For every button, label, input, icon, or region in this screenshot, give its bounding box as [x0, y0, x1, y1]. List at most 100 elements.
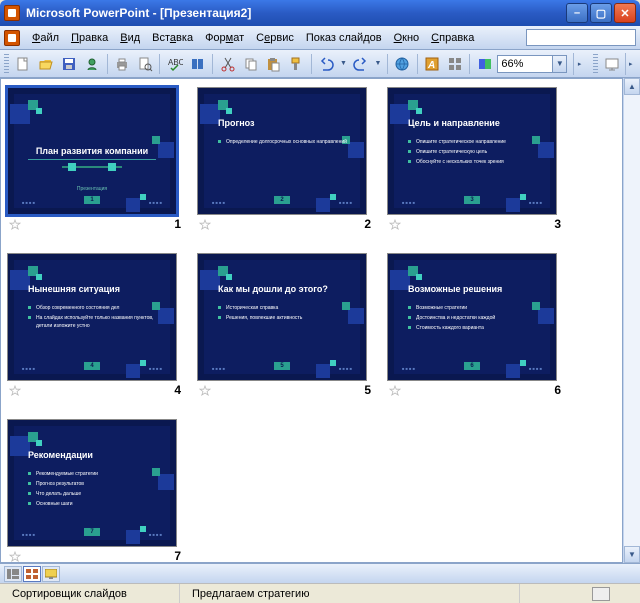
menu-help[interactable]: Справка: [425, 30, 480, 46]
research-button[interactable]: [187, 53, 208, 75]
paste-button[interactable]: [263, 53, 284, 75]
undo-dropdown[interactable]: ▼: [339, 53, 349, 75]
slide-number-label: 7: [174, 549, 181, 563]
zoom-value[interactable]: 66%: [497, 55, 553, 73]
slide-title: Как мы дошли до этого?: [218, 284, 346, 294]
redo-button[interactable]: [350, 53, 371, 75]
open-button[interactable]: [36, 53, 57, 75]
status-design-template: Предлагаем стратегию: [180, 584, 520, 603]
transition-icon[interactable]: [199, 218, 211, 230]
slide-title: План развития компании: [28, 146, 156, 160]
slide-title: Нынешняя ситуация: [28, 284, 156, 294]
new-button[interactable]: [13, 53, 34, 75]
menu-format[interactable]: Формат: [199, 30, 250, 46]
status-view-mode: Сортировщик слайдов: [0, 584, 180, 603]
slide-page-number: 4: [84, 362, 100, 370]
slide-page-number: 2: [274, 196, 290, 204]
slide-cell-1[interactable]: План развития компанииПрезентация1■ ■ ■ …: [7, 87, 183, 231]
menu-slideshow[interactable]: Показ слайдов: [300, 30, 388, 46]
slide-bullets: Рекомендуемые стратегииПрогноз результат…: [28, 470, 160, 510]
slide-thumbnail[interactable]: Возможные решенияВозможные стратегииДост…: [387, 253, 557, 381]
menu-tools[interactable]: Сервис: [250, 30, 300, 46]
slide-page-number: 1: [84, 196, 100, 204]
control-icon[interactable]: [4, 30, 20, 46]
close-button[interactable]: ✕: [614, 3, 636, 23]
transition-icon[interactable]: [9, 218, 21, 230]
grid-button[interactable]: [445, 53, 466, 75]
svg-text:A: A: [427, 60, 435, 71]
app-icon: [4, 5, 20, 21]
format-painter-button[interactable]: [286, 53, 307, 75]
slide-cell-5[interactable]: Как мы дошли до этого?Историческая справ…: [197, 253, 373, 397]
menu-bar: Файл Правка Вид Вставка Формат Сервис По…: [0, 26, 640, 50]
slide-number-label: 4: [174, 383, 181, 397]
slide-title: Цель и направление: [408, 118, 536, 128]
transition-icon[interactable]: [9, 384, 21, 396]
transition-icon[interactable]: [199, 384, 211, 396]
slide-title: Рекомендации: [28, 450, 156, 460]
slide-sorter-view-button[interactable]: [23, 566, 41, 582]
slide-cell-7[interactable]: Рекомендации Рекомендуемые стратегииПрогн…: [7, 419, 183, 563]
color-grayscale-button[interactable]: [474, 53, 495, 75]
slide-thumbnail[interactable]: План развития компанииПрезентация1■ ■ ■ …: [7, 87, 177, 215]
toolbar-grip[interactable]: [4, 54, 9, 74]
transition-icon[interactable]: [389, 218, 401, 230]
slide-meta: 2: [197, 217, 373, 231]
slide-cell-6[interactable]: Возможные решенияВозможные стратегииДост…: [387, 253, 563, 397]
redo-dropdown[interactable]: ▼: [373, 53, 383, 75]
slide-cell-3[interactable]: Цель и направлениеОпишите стратегическое…: [387, 87, 563, 231]
toolbar-overflow-2[interactable]: ▸: [625, 53, 636, 75]
workspace: План развития компанииПрезентация1■ ■ ■ …: [0, 78, 640, 563]
vertical-scrollbar[interactable]: ▲ ▼: [623, 78, 640, 563]
slide-title: Прогноз: [218, 118, 346, 128]
copy-button[interactable]: [240, 53, 261, 75]
slideshow-view-button[interactable]: [42, 566, 60, 582]
transition-icon[interactable]: [389, 384, 401, 396]
toolbar-grip-2[interactable]: [593, 54, 598, 74]
menu-view[interactable]: Вид: [114, 30, 146, 46]
language-indicator-icon[interactable]: [592, 587, 610, 601]
transition-icon[interactable]: [9, 550, 21, 562]
slide-thumbnail[interactable]: Рекомендации Рекомендуемые стратегииПрогн…: [7, 419, 177, 547]
slide-thumbnail[interactable]: ПрогнозОпределение долгосрочных основных…: [197, 87, 367, 215]
slide-thumbnail[interactable]: Нынешняя ситуацияОбзор современного сост…: [7, 253, 177, 381]
spelling-button[interactable]: ABC: [164, 53, 185, 75]
scroll-down-button[interactable]: ▼: [624, 546, 640, 563]
slide-number-label: 6: [554, 383, 561, 397]
slide-thumbnail[interactable]: Цель и направлениеОпишите стратегическое…: [387, 87, 557, 215]
toolbar-overflow[interactable]: ▸: [573, 53, 584, 75]
standard-toolbar: ABC ▼ ▼ A 66% ▼ ▸ ▸: [0, 50, 640, 78]
menu-insert[interactable]: Вставка: [146, 30, 199, 46]
slide-number-label: 2: [364, 217, 371, 231]
slide-meta: 4: [7, 383, 183, 397]
print-button[interactable]: [111, 53, 132, 75]
zoom-control[interactable]: 66% ▼: [497, 55, 567, 73]
slide-number-label: 3: [554, 217, 561, 231]
normal-view-button[interactable]: [4, 566, 22, 582]
slide-sorter-pane[interactable]: План развития компанииПрезентация1■ ■ ■ …: [0, 78, 623, 563]
slide-meta: 5: [197, 383, 373, 397]
scroll-track[interactable]: [624, 95, 640, 546]
zoom-dropdown[interactable]: ▼: [553, 55, 567, 73]
format-toggle-button[interactable]: A: [422, 53, 443, 75]
print-preview-button[interactable]: [134, 53, 155, 75]
status-bar: Сортировщик слайдов Предлагаем стратегию: [0, 583, 640, 603]
undo-button[interactable]: [316, 53, 337, 75]
minimize-button[interactable]: –: [566, 3, 588, 23]
menu-window[interactable]: Окно: [388, 30, 426, 46]
slide-cell-4[interactable]: Нынешняя ситуацияОбзор современного сост…: [7, 253, 183, 397]
menu-file[interactable]: Файл: [26, 30, 65, 46]
slide-page-number: 6: [464, 362, 480, 370]
maximize-button[interactable]: ▢: [590, 3, 612, 23]
save-button[interactable]: [59, 53, 80, 75]
help-search-box[interactable]: [526, 29, 636, 46]
scroll-up-button[interactable]: ▲: [624, 78, 640, 95]
menu-edit[interactable]: Правка: [65, 30, 114, 46]
hyperlink-button[interactable]: [392, 53, 413, 75]
svg-text:ABC: ABC: [168, 58, 183, 67]
slideshow-from-current-button[interactable]: [602, 53, 623, 75]
slide-cell-2[interactable]: ПрогнозОпределение долгосрочных основных…: [197, 87, 373, 231]
slide-thumbnail[interactable]: Как мы дошли до этого?Историческая справ…: [197, 253, 367, 381]
permission-button[interactable]: [82, 53, 103, 75]
cut-button[interactable]: [217, 53, 238, 75]
